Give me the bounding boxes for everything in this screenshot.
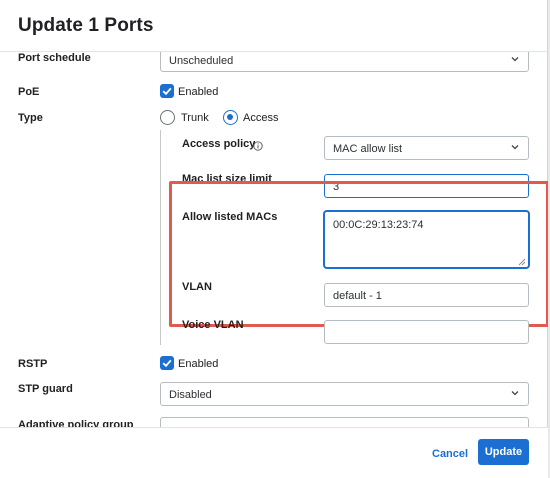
type-label: Type <box>18 112 43 124</box>
info-icon[interactable] <box>253 138 263 151</box>
chevron-down-icon <box>510 388 520 398</box>
type-radio-trunk[interactable] <box>160 110 175 125</box>
stp-guard-label: STP guard <box>18 383 73 395</box>
port-schedule-value: Unscheduled <box>169 55 234 67</box>
vlan-input[interactable]: default - 1 <box>324 283 529 307</box>
checkmark-icon <box>162 87 172 96</box>
nested-settings-divider <box>160 130 161 345</box>
type-radio-trunk-label: Trunk <box>181 112 209 124</box>
rstp-checkbox[interactable] <box>160 356 174 370</box>
access-policy-value: MAC allow list <box>333 143 403 155</box>
update-button[interactable]: Update <box>478 439 529 465</box>
vlan-value: default - 1 <box>333 290 382 302</box>
type-radio-access[interactable] <box>223 110 238 125</box>
poe-checkbox-label: Enabled <box>178 86 219 98</box>
modal-header: Update 1 Ports <box>0 0 548 52</box>
stp-guard-select[interactable]: Disabled <box>160 382 529 406</box>
chevron-down-icon <box>510 54 520 64</box>
cancel-button[interactable]: Cancel <box>426 442 474 466</box>
port-schedule-select[interactable]: Unscheduled <box>160 52 529 72</box>
rstp-label: RSTP <box>18 358 48 370</box>
adaptive-policy-group-select[interactable] <box>160 417 529 427</box>
vlan-label: VLAN <box>182 281 212 293</box>
poe-checkbox[interactable] <box>160 84 174 98</box>
update-ports-modal: Update 1 Ports Port schedule Unscheduled… <box>0 0 548 478</box>
modal-body[interactable]: Port schedule Unscheduled PoE Enabled Ty… <box>0 52 548 427</box>
chevron-down-icon <box>510 142 520 152</box>
access-policy-label: Access policy <box>182 138 256 150</box>
adaptive-policy-group-label: Adaptive policy group <box>18 419 134 427</box>
port-schedule-label: Port schedule <box>18 52 91 64</box>
type-radio-access-label: Access <box>243 112 279 124</box>
stp-guard-value: Disabled <box>169 389 212 401</box>
modal-footer: Cancel Update <box>0 427 548 478</box>
modal-title: Update 1 Ports <box>18 15 154 36</box>
poe-label: PoE <box>18 86 40 98</box>
access-policy-select[interactable]: MAC allow list <box>324 136 529 160</box>
checkmark-icon <box>162 359 172 368</box>
rstp-checkbox-label: Enabled <box>178 358 219 370</box>
voice-vlan-label: Voice VLAN <box>182 319 244 331</box>
voice-vlan-input[interactable] <box>324 320 529 344</box>
